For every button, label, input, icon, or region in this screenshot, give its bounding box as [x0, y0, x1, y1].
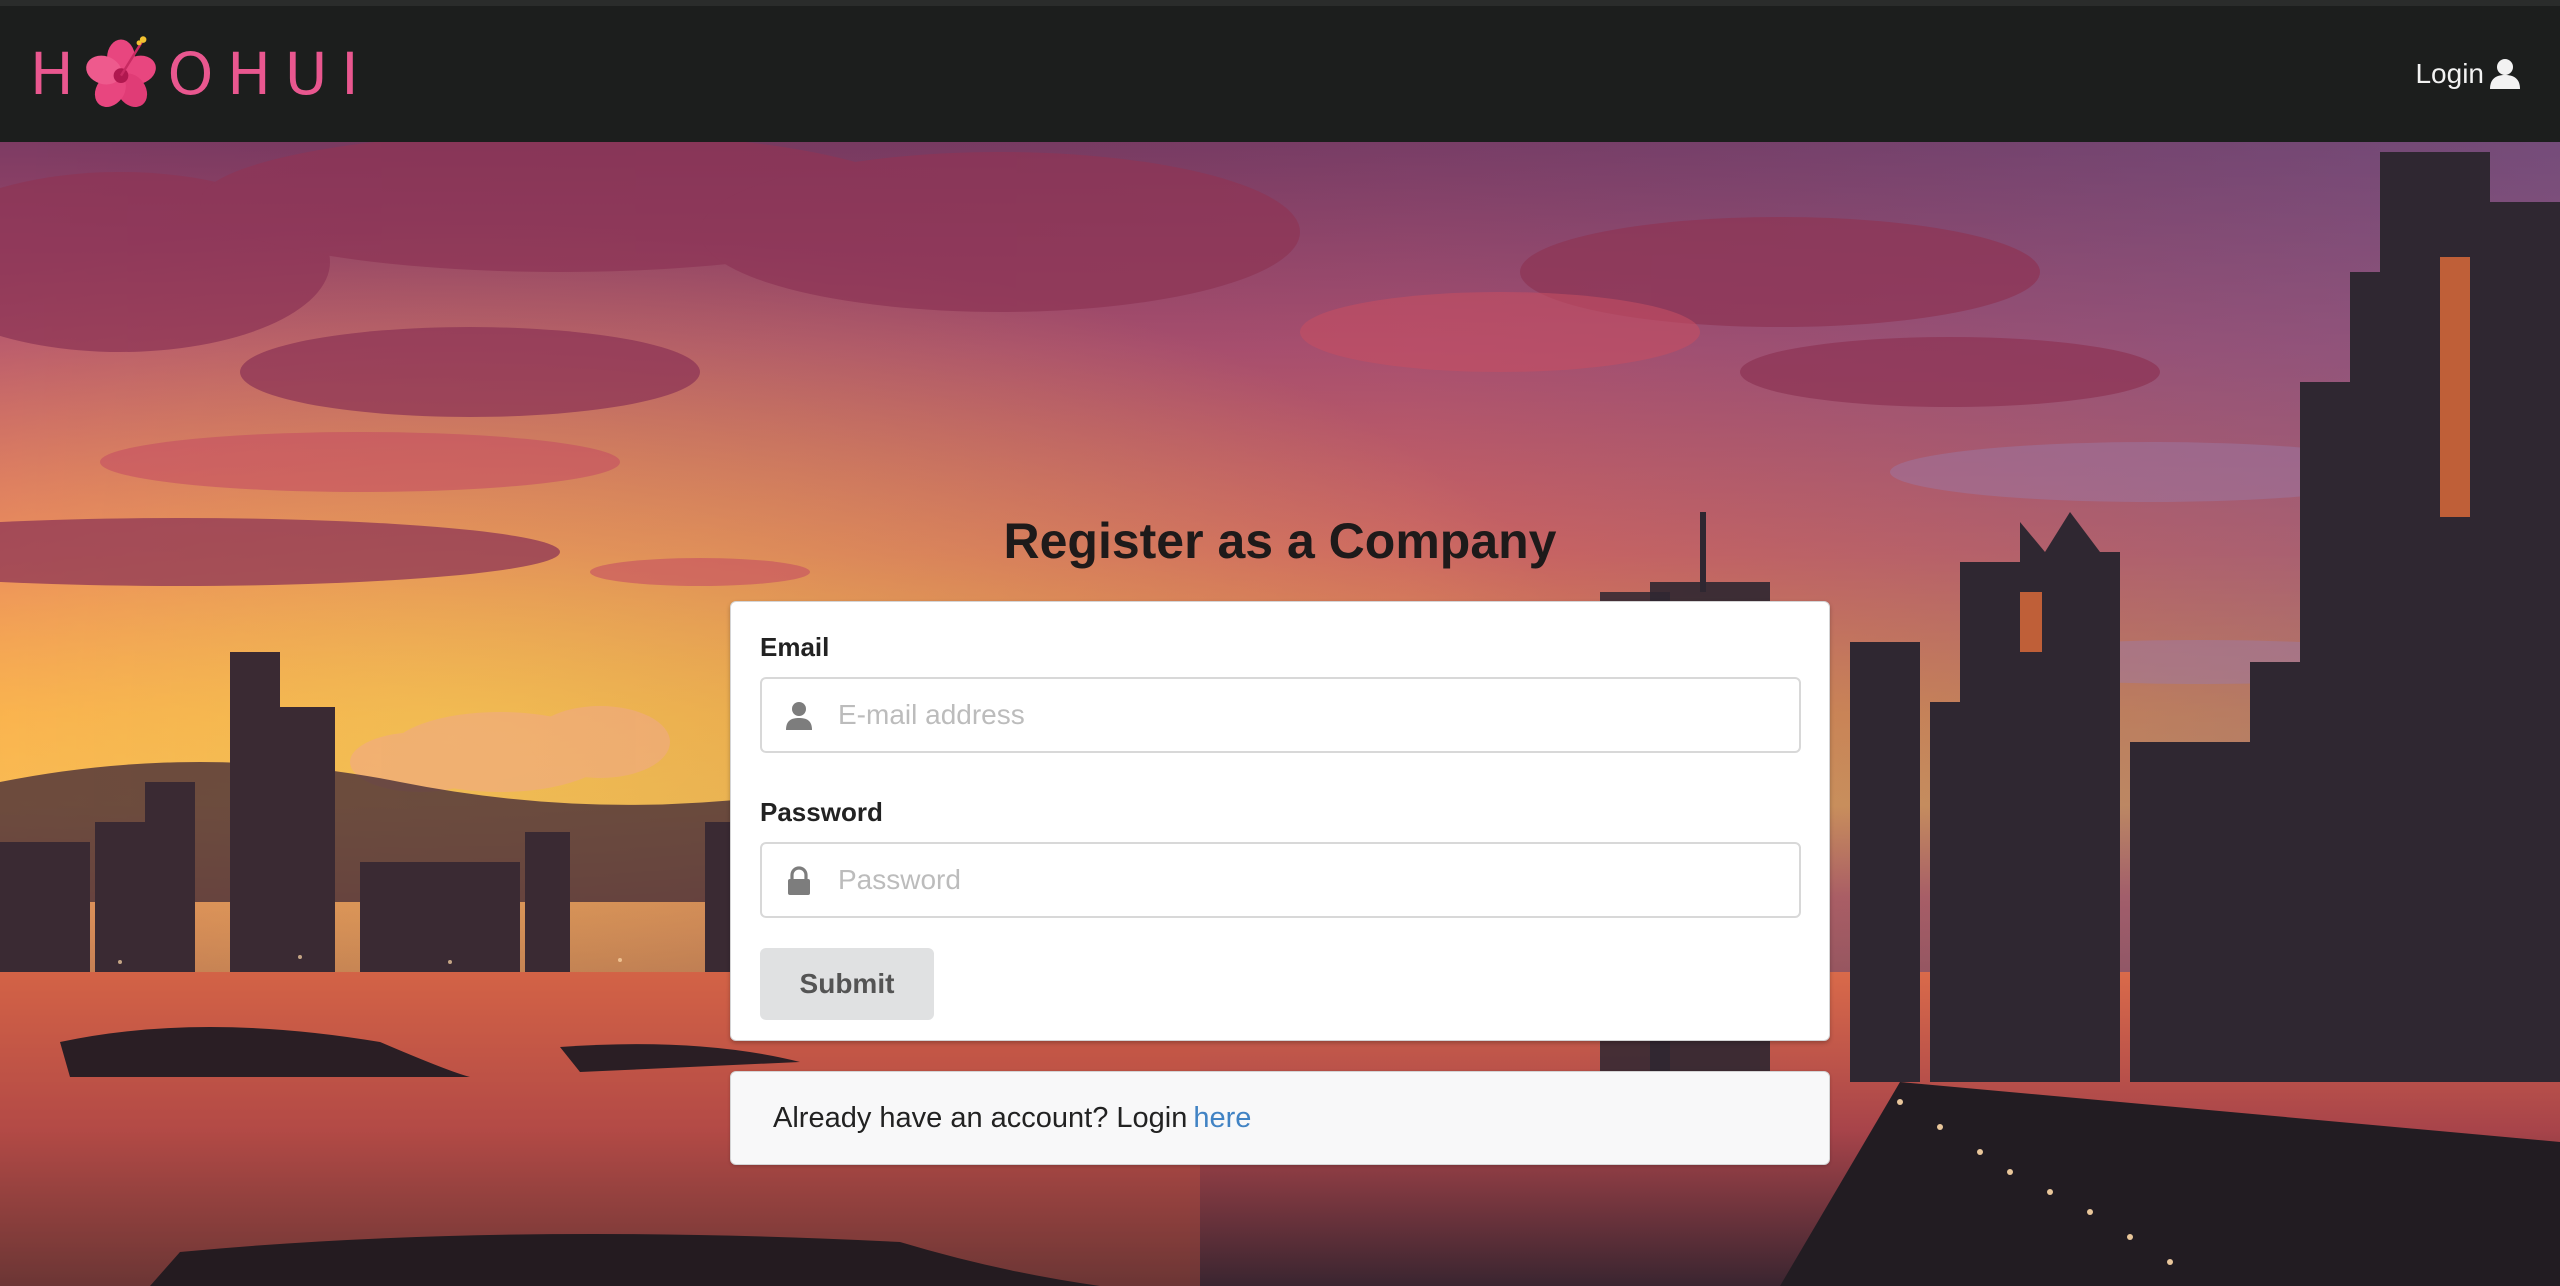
nav-login-button[interactable]: Login	[2415, 58, 2522, 90]
site-logo[interactable]: H OHUI	[30, 29, 372, 119]
email-input[interactable]	[762, 679, 1799, 751]
login-message: Already have an account? Login here	[730, 1071, 1830, 1165]
login-message-text: Already have an account? Login	[773, 1101, 1188, 1134]
login-here-link[interactable]: here	[1193, 1102, 1251, 1135]
logo-letters-ohui: OHUI	[167, 40, 373, 108]
register-form: Email Password Submit	[730, 601, 1830, 1041]
nav-login-label: Login	[2415, 58, 2484, 89]
user-icon	[786, 702, 812, 730]
lock-icon	[788, 866, 810, 895]
password-input[interactable]	[762, 844, 1799, 916]
page-title: Register as a Company	[1003, 513, 1557, 569]
hibiscus-flower-icon	[85, 36, 156, 107]
email-label: Email	[760, 632, 830, 662]
password-field-wrapper	[760, 842, 1801, 918]
user-icon	[2490, 59, 2520, 89]
email-field-wrapper	[760, 677, 1801, 753]
top-navbar: H OHUI Login	[0, 0, 2560, 142]
password-label: Password	[760, 797, 883, 827]
submit-button[interactable]: Submit	[760, 948, 934, 1020]
